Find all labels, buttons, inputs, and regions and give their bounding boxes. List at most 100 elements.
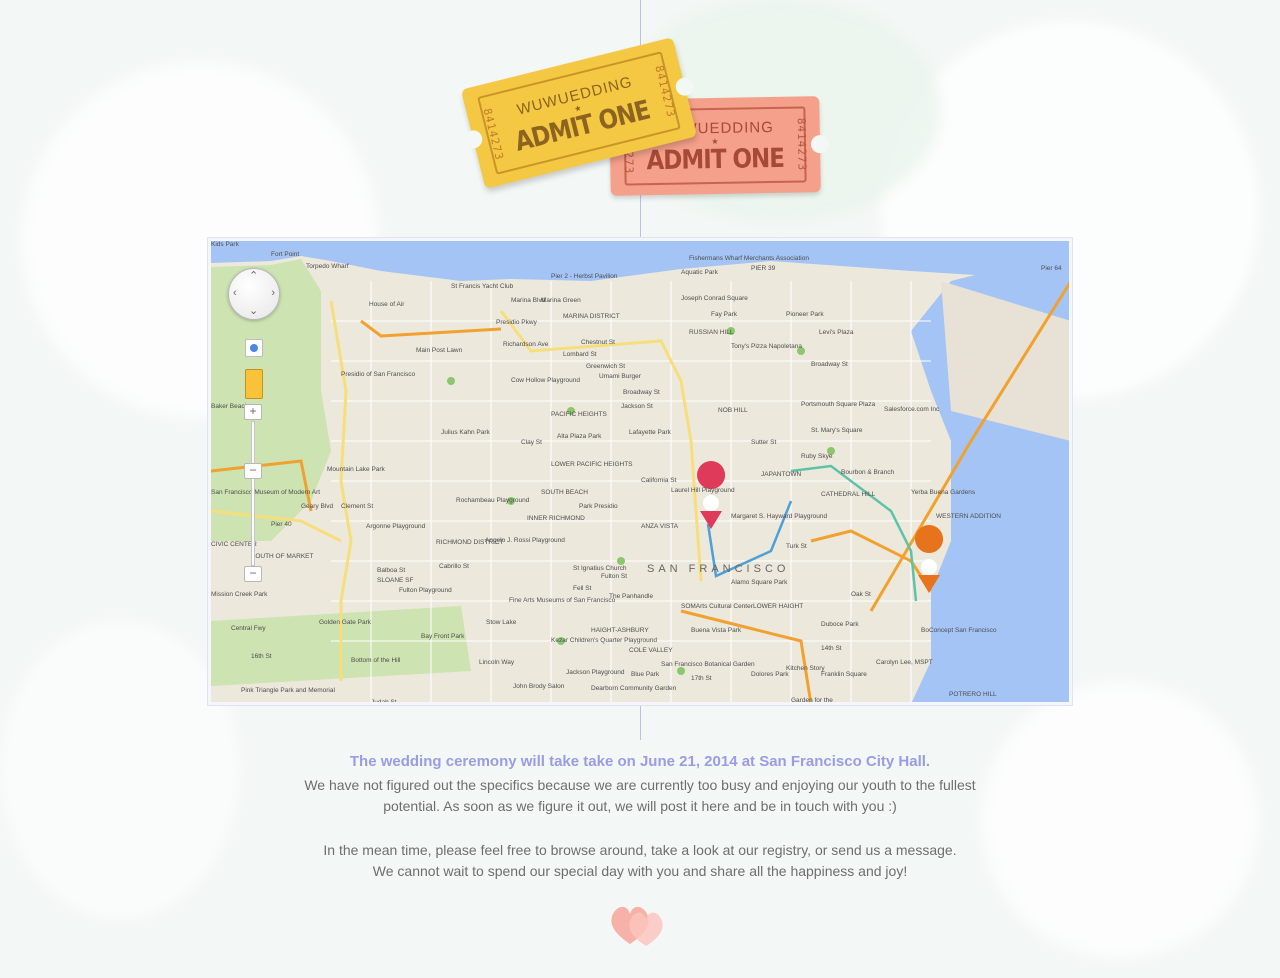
map-label: Fine Arts Museums of San Francisco xyxy=(509,597,616,604)
map-label: Mission Creek Park xyxy=(211,591,268,598)
map-label: Greenwich St xyxy=(586,363,626,370)
map-label: Cabrillo St xyxy=(439,563,469,570)
map-label: Oak St xyxy=(851,591,871,598)
pan-down-icon[interactable]: ⌄ xyxy=(249,306,258,317)
my-location-button[interactable] xyxy=(245,339,263,357)
zoom-in-button[interactable]: + xyxy=(244,404,262,420)
map-label: Stow Lake xyxy=(486,619,517,626)
map-label: Fay Park xyxy=(711,311,738,318)
map-label: 14th St xyxy=(821,645,842,652)
zoom-slider-track[interactable] xyxy=(251,421,255,566)
map-label: RUSSIAN HILL xyxy=(689,329,734,336)
map-label: Angelo J. Rossi Playground xyxy=(485,537,565,544)
map-label: Alta Plaza Park xyxy=(557,433,602,440)
pan-up-icon[interactable]: ⌃ xyxy=(249,271,258,282)
background-bokeh xyxy=(980,680,1260,960)
map-label: Carolyn Lee, MSPT xyxy=(876,659,933,666)
map-label: Pier 64 xyxy=(1041,265,1062,272)
map-label: Kids Park xyxy=(211,241,239,248)
map-label: Baker Beach xyxy=(211,403,249,410)
map-label: San Francisco Botanical Garden xyxy=(661,661,755,668)
map-label: Salesforce.com Inc xyxy=(884,406,940,413)
map-label: MARINA DISTRICT xyxy=(563,313,620,320)
map-label: Cow Hollow Playground xyxy=(511,377,581,384)
map-label: Pioneer Park xyxy=(786,311,824,318)
map-label: San Francisco Museum of Modern Art xyxy=(211,489,321,496)
map-label: Marina Green xyxy=(541,297,581,304)
map-label: Clement St xyxy=(341,503,374,510)
map-label: Torpedo Wharf xyxy=(306,263,349,270)
map-label: NOB HILL xyxy=(718,407,748,414)
zoom-slider-handle[interactable]: − xyxy=(244,463,262,479)
street-view-pegman-icon[interactable] xyxy=(245,369,263,399)
map-label: WESTERN ADDITION xyxy=(936,513,1002,520)
map-label: LOWER PACIFIC HEIGHTS xyxy=(551,461,633,468)
map-label: Pier 40 xyxy=(271,521,292,528)
map-label: JAPANTOWN xyxy=(761,471,802,478)
map-label: Duboce Park xyxy=(821,621,859,628)
map-label: Garden for the xyxy=(791,697,833,702)
map-label: Laurel Hill Playground xyxy=(671,487,735,494)
invite-line-1: In the mean time, please feel free to br… xyxy=(323,842,957,858)
map-label: Broadway St xyxy=(623,389,660,396)
map-pan-control[interactable]: ⌃ ‹ › ⌄ xyxy=(228,268,280,320)
ticket-admit: ADMIT ONE xyxy=(646,143,785,176)
map-label: COLE VALLEY xyxy=(629,647,673,654)
map-label: Margaret S. Hayward Playground xyxy=(731,513,828,520)
invite-line-2: We cannot wait to spend our special day … xyxy=(372,863,908,879)
map-label: Blue Park xyxy=(631,671,660,678)
map-label: Dolores Park xyxy=(751,671,789,678)
map-label: HAIGHT-ASHBURY xyxy=(591,627,649,634)
map-label: St. Mary's Square xyxy=(811,427,863,434)
map-label: LOWER HAIGHT xyxy=(753,603,804,610)
map-label: INNER RICHMOND xyxy=(527,515,585,522)
map-label: Umami Burger xyxy=(599,373,641,380)
map-label: Joseph Conrad Square xyxy=(681,295,748,302)
zoom-out-button[interactable]: − xyxy=(244,566,262,582)
map-label: Fort Point xyxy=(271,251,300,258)
map-label: SOUTH BEACH xyxy=(541,489,588,496)
map-label: Main Post Lawn xyxy=(416,347,463,354)
map-city-label: SAN FRANCISCO xyxy=(647,563,790,575)
map-label: Park Presidio xyxy=(579,503,618,510)
map-label: Rochambeau Playground xyxy=(456,497,530,504)
map-label: SOMArts Cultural Center xyxy=(681,603,753,610)
map-label: Lafayette Park xyxy=(629,429,671,436)
map-label: Bay Front Park xyxy=(421,633,465,640)
map-label: Pink Triangle Park and Memorial xyxy=(241,687,335,694)
map-label: Geary Blvd xyxy=(301,503,334,510)
map-label: Fell St xyxy=(573,585,592,592)
map-label: Fishermans Wharf Merchants Association xyxy=(689,255,809,262)
map-view[interactable]: SAN FRANCISCO Fort Point Torpedo Wharf Hou… xyxy=(211,241,1069,702)
map-label: Sutter St xyxy=(751,439,777,446)
map-label: ANZA VISTA xyxy=(641,523,679,530)
map-label: Presidio Pkwy xyxy=(496,319,537,326)
map-label: Bottom of the Hill xyxy=(351,657,401,664)
map-label: Bourbon & Branch xyxy=(841,469,895,476)
pan-left-icon[interactable]: ‹ xyxy=(233,288,237,299)
map-label: The Panhandle xyxy=(609,593,654,600)
map-label: 17th St xyxy=(691,675,712,682)
map-label: CIVIC CENTER xyxy=(211,541,257,548)
ceremony-headline: The wedding ceremony will take take on J… xyxy=(349,753,931,770)
pan-right-icon[interactable]: › xyxy=(271,288,275,299)
map-label: Lombard St xyxy=(563,351,597,358)
map-label: PIER 39 xyxy=(751,265,776,272)
background-bokeh xyxy=(0,620,240,920)
map-label: Jackson St xyxy=(621,403,653,410)
map-label: Buena Vista Park xyxy=(691,627,742,634)
center-divider-bottom xyxy=(640,706,641,740)
ticket-serial-right: 8414273 xyxy=(794,117,809,172)
map-label: Golden Gate Park xyxy=(319,619,372,626)
location-dot-icon xyxy=(250,344,258,352)
map-label: POTRERO HILL xyxy=(949,691,997,698)
map-label: Broadway St xyxy=(811,361,848,368)
map-label: Central Fwy xyxy=(231,625,266,632)
map-label: Chestnut St xyxy=(581,339,615,346)
map-label: Dearborn Community Garden xyxy=(591,685,677,692)
map-label: St Ignatius Church xyxy=(573,565,627,572)
map-label: SOUTH OF MARKET xyxy=(251,553,314,560)
map-label: Kezar Children's Quarter Playground xyxy=(551,637,658,644)
map-label: PACIFIC HEIGHTS xyxy=(551,411,607,418)
map-label: California St xyxy=(641,477,677,484)
